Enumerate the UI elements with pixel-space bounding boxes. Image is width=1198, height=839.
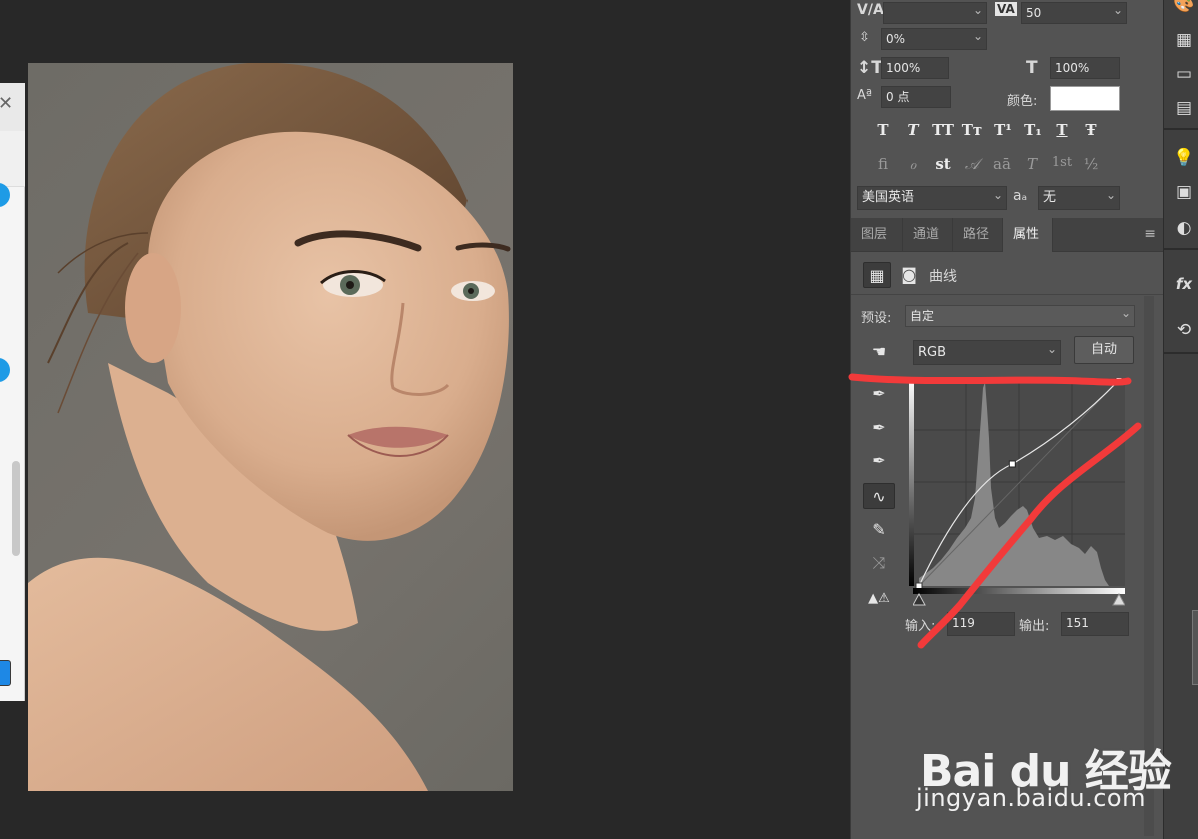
ligature-button[interactable]: ﬁ — [873, 155, 893, 173]
horizontal-scale-field[interactable]: 100% — [1050, 57, 1120, 79]
horizontal-scale-icon: T — [1026, 58, 1038, 78]
color-swatch[interactable] — [1050, 86, 1120, 111]
watermark-url: jingyan.baidu.com — [916, 784, 1146, 812]
language-select[interactable]: 美国英语 — [857, 186, 1007, 210]
tab-properties[interactable]: 属性 — [1003, 218, 1053, 252]
tab-layers[interactable]: 图层 — [851, 218, 903, 252]
preset-select[interactable]: 自定 — [905, 305, 1135, 327]
pencil-icon[interactable]: ✎ — [863, 517, 895, 543]
history-icon[interactable]: ⟲ — [1172, 318, 1196, 342]
curves-adjustment-icon[interactable]: ▦ — [863, 262, 891, 288]
tracking-field[interactable]: 50 — [1021, 2, 1127, 24]
white-point-eyedropper-icon[interactable]: ✒ — [863, 448, 895, 474]
input-label: 输入: — [905, 619, 936, 634]
all-caps-button[interactable]: TT — [930, 121, 956, 139]
leading-icon: V/A — [857, 2, 884, 18]
color-label: 颜色: — [1007, 94, 1038, 109]
leading-field[interactable] — [883, 2, 987, 24]
curve-endpoint-white[interactable] — [1115, 378, 1123, 384]
input-value-field[interactable]: 119 — [947, 612, 1015, 636]
black-slider-handle[interactable] — [913, 592, 926, 606]
mask-icon[interactable]: ◙ — [895, 262, 923, 288]
faux-bold-button[interactable]: T — [873, 121, 893, 139]
scrollbar[interactable] — [12, 461, 20, 556]
curves-graph-canvas[interactable] — [913, 378, 1125, 608]
palette-icon[interactable]: 🎨 — [1172, 0, 1196, 16]
swash-button[interactable]: 𝒜 — [961, 155, 983, 173]
adjustments-icon[interactable]: ◐ — [1172, 216, 1196, 240]
vertical-scale-field[interactable]: 100% — [881, 57, 949, 79]
tracking-icon: VA — [995, 2, 1017, 16]
ordinals-button[interactable]: 1st — [1048, 155, 1076, 170]
output-label: 输出: — [1019, 619, 1050, 634]
portrait-photo — [28, 63, 511, 791]
titling-alt-button[interactable]: T — [1022, 155, 1042, 173]
faux-italic-button[interactable]: T — [903, 121, 923, 139]
antialias-select[interactable]: 无 — [1038, 186, 1120, 210]
curve-point-tool-icon[interactable]: ∿ — [863, 483, 895, 509]
underline-button[interactable]: T — [1052, 121, 1072, 139]
antialias-icon: aₐ — [1013, 188, 1028, 204]
patterns-icon[interactable]: ▤ — [1172, 96, 1196, 120]
superscript-button[interactable]: T¹ — [992, 121, 1014, 139]
learn-icon[interactable]: 💡 — [1172, 146, 1196, 170]
fractions-button[interactable]: ½ — [1081, 155, 1101, 173]
contextual-alt-button[interactable]: ℴ — [903, 155, 923, 173]
side-dialog: ✕ — [0, 83, 25, 701]
tab-paths[interactable]: 路径 — [953, 218, 1003, 252]
baseline-scale-field[interactable]: 0% — [881, 28, 987, 50]
stylistic-alt-button[interactable]: aā — [989, 155, 1015, 173]
baseline-shift-field[interactable]: 0 点 — [881, 86, 951, 108]
styles-icon[interactable]: fx — [1172, 272, 1196, 296]
preset-label: 预设: — [861, 311, 892, 326]
vertical-scale-icon: ↕T — [857, 58, 883, 78]
subscript-button[interactable]: T₁ — [1022, 121, 1044, 139]
strikethrough-button[interactable]: Ŧ — [1081, 121, 1101, 139]
curve-control-point[interactable] — [1008, 460, 1016, 468]
adjustment-title: 曲线 — [929, 269, 957, 285]
character-panel: V/A VA 50 ⇳ 0% ↕T 100% T 100% Aª 0 点 颜色:… — [850, 0, 1163, 218]
right-dock — [1163, 0, 1198, 839]
output-value-field[interactable]: 151 — [1061, 612, 1129, 636]
smooth-curve-icon[interactable]: ⤨ — [863, 550, 895, 576]
panel-tabs: 图层 通道 路径 属性 ≡ — [851, 218, 1164, 252]
white-slider-handle[interactable] — [1112, 592, 1125, 606]
clipping-warning-icon[interactable]: ▲⚠ — [863, 586, 895, 612]
swatches-icon[interactable]: ▦ — [1172, 28, 1196, 52]
dialog-subheader — [0, 131, 25, 187]
info-icon[interactable] — [0, 358, 10, 382]
baseline-shift-icon: Aª — [857, 88, 873, 103]
input-gradient-bar — [913, 588, 1125, 594]
gradient-icon[interactable]: ▭ — [1172, 62, 1196, 86]
small-caps-button[interactable]: Tт — [960, 121, 984, 139]
histogram — [919, 382, 1109, 586]
channel-select[interactable]: RGB — [913, 340, 1061, 365]
auto-button[interactable]: 自动 — [1074, 336, 1134, 364]
target-adjust-hand-icon[interactable]: ☚ — [863, 339, 895, 365]
document-image[interactable] — [28, 63, 513, 791]
baseline-scale-icon: ⇳ — [859, 30, 870, 45]
output-gradient-bar — [909, 378, 914, 586]
black-point-eyedropper-icon[interactable]: ✒ — [863, 381, 895, 407]
panel-menu-icon[interactable]: ≡ — [1144, 226, 1156, 242]
dialog-button[interactable] — [0, 660, 11, 686]
libraries-icon[interactable]: ▣ — [1172, 180, 1196, 204]
tab-channels[interactable]: 通道 — [903, 218, 953, 252]
discretionary-ligature-button[interactable]: st — [931, 155, 955, 173]
gray-point-eyedropper-icon[interactable]: ✒ — [863, 415, 895, 441]
close-icon[interactable]: ✕ — [0, 93, 13, 114]
